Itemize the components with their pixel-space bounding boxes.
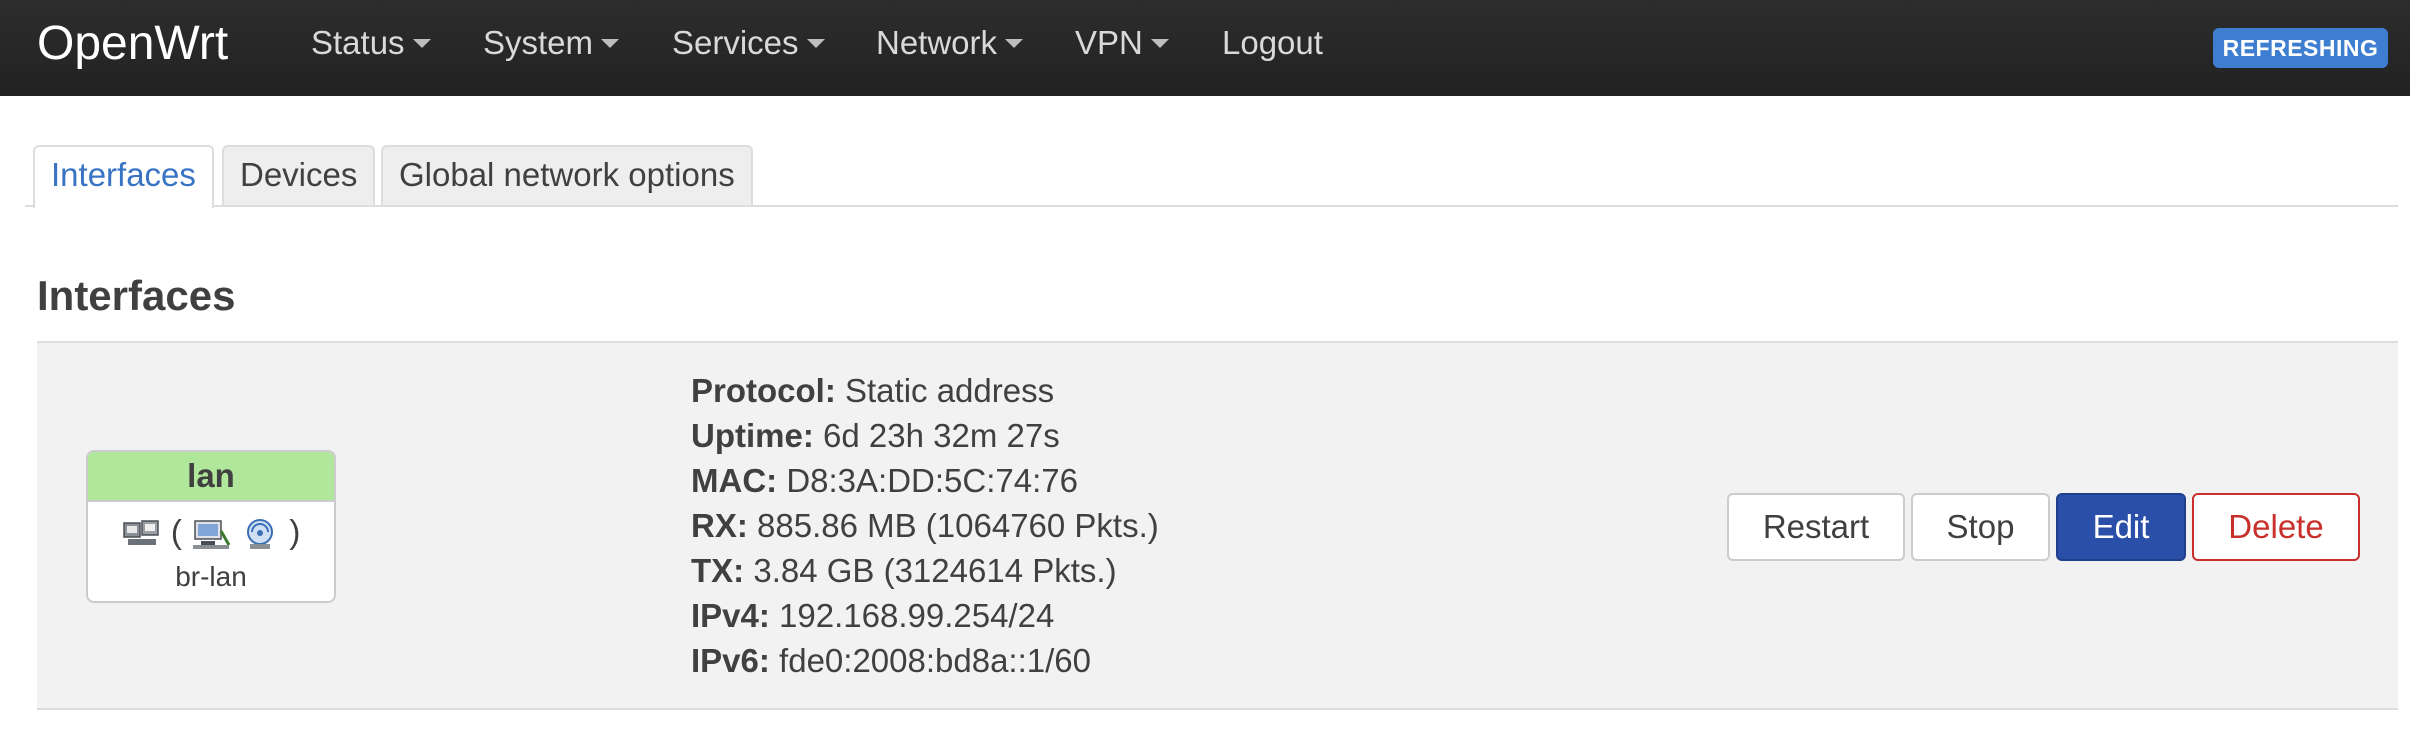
- chevron-down-icon: [412, 38, 431, 48]
- chevron-down-icon: [806, 38, 825, 48]
- mac-value: D8:3A:DD:5C:74:76: [786, 462, 1078, 499]
- chevron-down-icon: [601, 38, 620, 48]
- brand-logo[interactable]: OpenWrt: [37, 14, 228, 74]
- menu-vpn-label: VPN: [1075, 24, 1143, 61]
- menu-status-label: Status: [311, 24, 405, 61]
- menu-system-label: System: [483, 24, 594, 61]
- page-title: Interfaces: [37, 272, 236, 319]
- tx-label: TX:: [691, 552, 745, 589]
- edit-button[interactable]: Edit: [2056, 493, 2186, 561]
- ipv4-value: 192.168.99.254/24: [779, 597, 1055, 634]
- detail-protocol: Protocol: Static address: [691, 368, 1159, 413]
- chevron-down-icon: [1005, 38, 1024, 48]
- mac-label: MAC:: [691, 462, 778, 499]
- uptime-label: Uptime:: [691, 417, 814, 454]
- menu-status[interactable]: Status: [311, 22, 431, 64]
- close-paren: ): [289, 513, 301, 550]
- tab-interfaces[interactable]: Interfaces: [33, 145, 214, 208]
- rx-value: 885.86 MB (1064760 Pkts.): [757, 507, 1159, 544]
- menu-vpn[interactable]: VPN: [1075, 22, 1169, 64]
- detail-ipv6: IPv6: fde0:2008:bd8a::1/60: [691, 638, 1159, 683]
- interface-device-icons: ( ): [88, 512, 334, 552]
- menu-logout[interactable]: Logout: [1222, 22, 1323, 64]
- detail-rx: RX: 885.86 MB (1064760 Pkts.): [691, 503, 1159, 548]
- ethernet-ports-icon: [122, 513, 171, 550]
- menu-services-label: Services: [672, 24, 799, 61]
- tab-global-network-options[interactable]: Global network options: [381, 145, 753, 206]
- menu-logout-label: Logout: [1222, 24, 1323, 61]
- chevron-down-icon: [1150, 38, 1169, 48]
- menu-network-label: Network: [876, 24, 998, 61]
- ipv6-label: IPv6:: [691, 642, 770, 679]
- open-paren: (: [170, 513, 182, 550]
- detail-tx: TX: 3.84 GB (3124614 Pkts.): [691, 548, 1159, 593]
- top-navbar: OpenWrt Status System Services Network V…: [0, 0, 2410, 96]
- wireless-icon: [240, 513, 289, 550]
- ipv4-label: IPv4:: [691, 597, 770, 634]
- detail-ipv4: IPv4: 192.168.99.254/24: [691, 593, 1159, 638]
- interface-device-name: br-lan: [175, 561, 247, 592]
- menu-services[interactable]: Services: [672, 22, 825, 64]
- interface-badge-lan: lan () br-lan: [86, 450, 336, 603]
- detail-mac: MAC: D8:3A:DD:5C:74:76: [691, 458, 1159, 503]
- ipv6-value: fde0:2008:bd8a::1/60: [779, 642, 1091, 679]
- bridge-computer-icon: [191, 513, 240, 550]
- rx-label: RX:: [691, 507, 748, 544]
- delete-button[interactable]: Delete: [2192, 493, 2360, 561]
- interface-details: Protocol: Static address Uptime: 6d 23h …: [691, 368, 1159, 683]
- protocol-label: Protocol:: [691, 372, 836, 409]
- interface-name: lan: [88, 452, 334, 502]
- refreshing-badge[interactable]: REFRESHING: [2213, 28, 2388, 68]
- restart-button[interactable]: Restart: [1727, 493, 1905, 561]
- menu-network[interactable]: Network: [876, 22, 1024, 64]
- menu-system[interactable]: System: [483, 22, 620, 64]
- detail-uptime: Uptime: 6d 23h 32m 27s: [691, 413, 1159, 458]
- stop-button[interactable]: Stop: [1911, 493, 2050, 561]
- protocol-value: Static address: [845, 372, 1055, 409]
- tab-devices[interactable]: Devices: [222, 145, 376, 206]
- tabs-divider: [25, 205, 2398, 207]
- tx-value: 3.84 GB (3124614 Pkts.): [753, 552, 1117, 589]
- uptime-value: 6d 23h 32m 27s: [823, 417, 1060, 454]
